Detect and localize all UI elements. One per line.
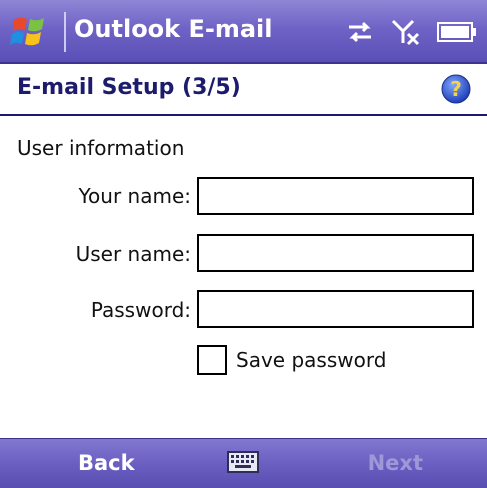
section-label: User information xyxy=(17,136,185,160)
keyboard-icon[interactable] xyxy=(227,451,259,477)
windows-start-flag-icon[interactable] xyxy=(10,12,54,52)
svg-text:?: ? xyxy=(450,77,462,101)
save-password-checkbox[interactable] xyxy=(197,345,227,375)
password-label: Password: xyxy=(90,298,191,322)
back-button[interactable]: Back xyxy=(78,451,135,475)
status-icons xyxy=(345,14,477,50)
title-divider xyxy=(64,12,66,52)
user-name-field[interactable] xyxy=(197,234,474,272)
sync-arrows-icon[interactable] xyxy=(345,19,375,45)
next-button[interactable]: Next xyxy=(368,451,423,475)
user-name-label: User name: xyxy=(75,242,191,266)
page-title: E-mail Setup (3/5) xyxy=(17,75,241,100)
your-name-label: Your name: xyxy=(78,184,191,208)
title-bar: Outlook E-mail xyxy=(0,0,487,64)
header-band: E-mail Setup (3/5) ? xyxy=(0,64,487,116)
save-password-label[interactable]: Save password xyxy=(236,348,386,372)
battery-icon[interactable] xyxy=(437,21,477,43)
signal-off-icon[interactable] xyxy=(391,17,421,47)
softkey-bar: Back Next xyxy=(0,438,487,488)
question-mark-icon[interactable]: ? xyxy=(441,74,471,104)
password-field[interactable] xyxy=(197,290,474,328)
your-name-field[interactable] xyxy=(197,177,474,215)
app-title: Outlook E-mail xyxy=(74,15,273,43)
